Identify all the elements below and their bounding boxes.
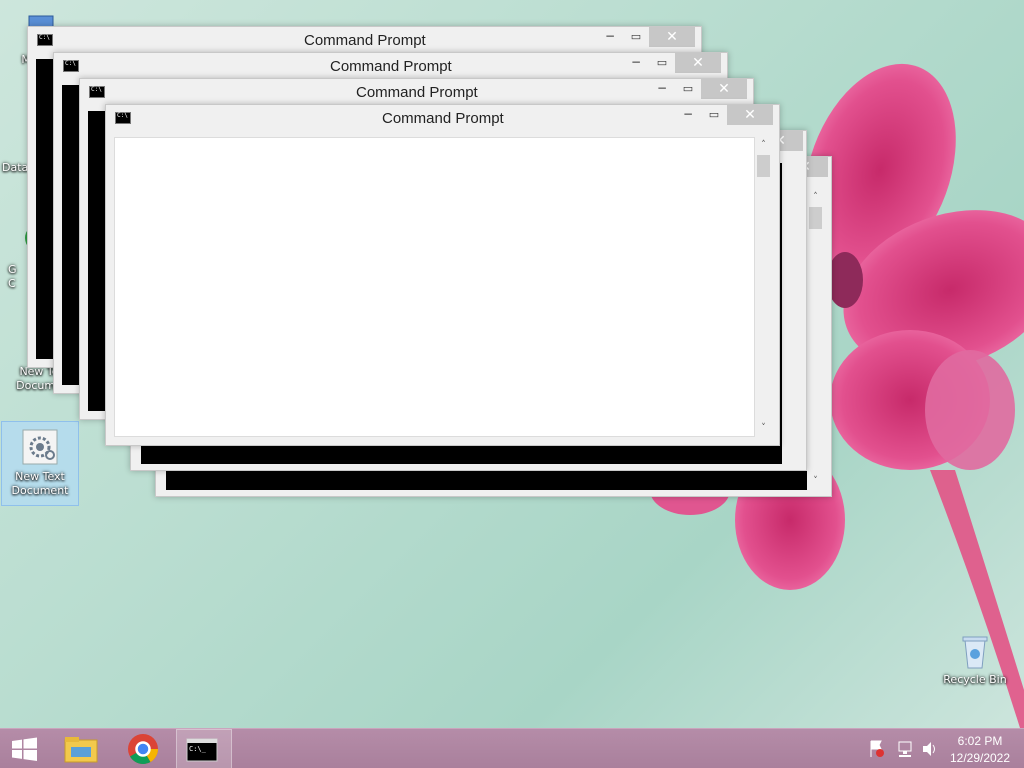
title-bar[interactable]: Command Prompt − ▭ ✕ (28, 27, 701, 53)
desktop-icon-label: Recycle Bin (943, 673, 1007, 686)
taskbar-command-prompt[interactable]: C:\_ (176, 729, 232, 768)
volume-icon[interactable] (920, 729, 940, 768)
recycle-bin-icon (955, 630, 995, 670)
title-bar[interactable]: Command Prompt − ▭ ✕ (54, 53, 727, 79)
action-center-flag-icon[interactable] (866, 729, 886, 768)
command-prompt-icon (63, 60, 79, 72)
maximize-button[interactable]: ▭ (623, 27, 649, 47)
console-window-4[interactable]: Command Prompt − ▭ ✕ ˄ ˅ (105, 104, 780, 446)
scroll-thumb[interactable] (757, 155, 770, 177)
scroll-down-button[interactable]: ˅ (807, 473, 824, 490)
minimize-button[interactable]: − (597, 27, 623, 47)
clock-time[interactable]: 6:02 PM (940, 734, 1020, 748)
maximize-button[interactable]: ▭ (649, 53, 675, 73)
scroll-down-button[interactable]: ˅ (755, 420, 772, 437)
command-prompt-icon (115, 112, 131, 124)
minimize-button[interactable]: − (623, 53, 649, 73)
network-icon[interactable] (896, 729, 916, 768)
chrome-icon (128, 734, 158, 765)
maximize-button[interactable]: ▭ (675, 79, 701, 99)
console-output (114, 137, 755, 437)
taskbar-chrome[interactable] (118, 729, 168, 768)
taskbar: C:\_ 6:02 PM 12/29/2022 (0, 728, 1024, 768)
desktop-icon-label: G C (8, 263, 17, 290)
window-title: Command Prompt (330, 58, 452, 75)
scroll-up-button[interactable]: ˄ (807, 189, 824, 206)
windows-logo-icon (12, 737, 37, 761)
desktop-icon-label: New Text Document (11, 470, 69, 497)
minimize-button[interactable]: − (675, 105, 701, 125)
title-bar[interactable]: Command Prompt − ▭ ✕ (80, 79, 753, 105)
vertical-scrollbar[interactable]: ˄ ˅ (807, 189, 824, 490)
close-button[interactable]: ✕ (727, 105, 773, 125)
command-prompt-icon (37, 34, 53, 46)
taskbar-file-explorer[interactable] (56, 729, 106, 768)
minimize-button[interactable]: − (649, 79, 675, 99)
console-output (36, 59, 53, 359)
command-prompt-icon: C:\_ (186, 738, 218, 762)
console-output (62, 85, 79, 385)
window-title: Command Prompt (304, 32, 426, 49)
scroll-thumb[interactable] (809, 207, 822, 229)
file-explorer-icon (64, 737, 98, 763)
title-bar[interactable]: Command Prompt − ▭ ✕ (106, 105, 779, 131)
command-prompt-icon (89, 86, 105, 98)
desktop-icon-recycle-bin[interactable]: Recycle Bin (936, 630, 1014, 687)
close-button[interactable]: ✕ (675, 53, 721, 73)
window-title: Command Prompt (382, 110, 504, 127)
vertical-scrollbar[interactable]: ˄ ˅ (755, 137, 772, 437)
clock-date[interactable]: 12/29/2022 (940, 751, 1020, 765)
maximize-button[interactable]: ▭ (701, 105, 727, 125)
start-button[interactable] (0, 729, 48, 768)
close-button[interactable]: ✕ (701, 79, 747, 99)
settings-document-icon (20, 427, 60, 467)
close-button[interactable]: ✕ (649, 27, 695, 47)
svg-text:C:\_: C:\_ (189, 745, 207, 753)
desktop-icon-new-text-document-2[interactable]: New Text Document (1, 421, 79, 506)
console-output (88, 111, 105, 411)
scroll-up-button[interactable]: ˄ (755, 137, 772, 154)
window-title: Command Prompt (356, 84, 478, 101)
